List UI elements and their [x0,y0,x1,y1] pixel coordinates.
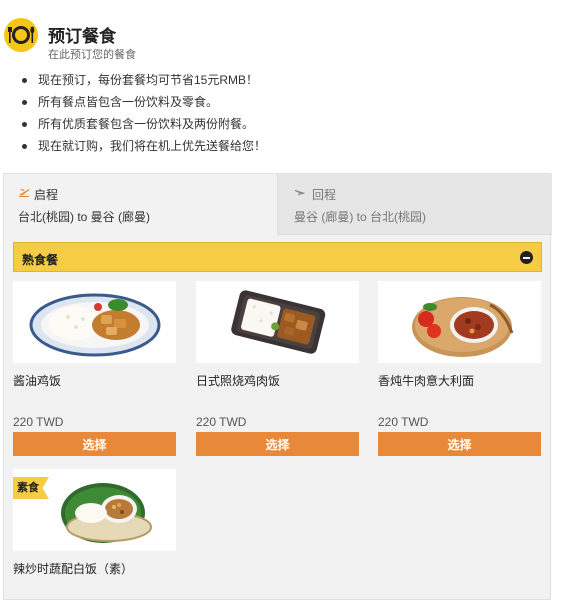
section-hot-meals[interactable]: 熟食餐 [13,242,542,272]
meal-price: 220 TWD [196,415,247,429]
plane-depart-icon [19,189,30,197]
meal-card: 酱油鸡饭 220 TWD 选择 [13,281,176,463]
meal-card: 日式照烧鸡肉饭 220 TWD 选择 [196,281,359,463]
promo-item: 所有优质套餐包含一份饮料及两份附餐。 [20,114,560,136]
minus-circle-icon[interactable] [520,251,533,264]
page-title: 预订餐食 [48,27,116,46]
section-label: 熟食餐 [22,253,59,267]
tab-outbound-route: 台北(桃园) to 曼谷 (廊曼) [18,210,150,224]
page-header: 预订餐食 在此预订您的餐食 [4,18,564,62]
select-button[interactable]: 选择 [378,432,541,456]
promo-item: 现在就订购，我们将在机上优先送餐给您！ [20,136,560,158]
tab-outbound[interactable]: 启程 台北(桃园) to 曼谷 (廊曼) [4,174,277,236]
promo-list: 现在预订，每份套餐均可节省15元RMB！ 所有餐点皆包含一份饮料及零食。 所有优… [20,70,560,158]
tab-outbound-label: 启程 [34,188,59,202]
meal-name: 辣炒时蔬配白饭（素） [13,562,134,576]
meal-card: 香炖牛肉意大利面 220 TWD 选择 [378,281,541,463]
plate-cutlery-icon [4,18,38,52]
tab-return-route: 曼谷 (廊曼) to 台北(桃园) [294,210,426,224]
meal-name: 香炖牛肉意大利面 [378,374,475,388]
meal-image [378,281,541,363]
meal-image [13,281,176,363]
tab-return-label: 回程 [312,188,337,202]
promo-item: 所有餐点皆包含一份饮料及零食。 [20,92,560,114]
plane-return-icon [295,189,305,196]
meal-image [196,281,359,363]
select-button[interactable]: 选择 [13,432,176,456]
tab-return[interactable]: 回程 曼谷 (廊曼) to 台北(桃园) [277,174,552,235]
meal-card: 素食 辣炒时蔬配白饭（素） [13,469,176,579]
meal-name: 酱油鸡饭 [13,374,62,388]
select-button[interactable]: 选择 [196,432,359,456]
promo-item: 现在预订，每份套餐均可节省15元RMB！ [20,70,560,92]
page-subtitle: 在此预订您的餐食 [48,49,136,61]
meal-price: 220 TWD [378,415,429,429]
meal-panel: 启程 台北(桃园) to 曼谷 (廊曼) 回程 曼谷 (廊曼) to 台北(桃园… [3,173,552,600]
meal-price: 220 TWD [13,415,64,429]
meal-name: 日式照烧鸡肉饭 [196,374,281,388]
